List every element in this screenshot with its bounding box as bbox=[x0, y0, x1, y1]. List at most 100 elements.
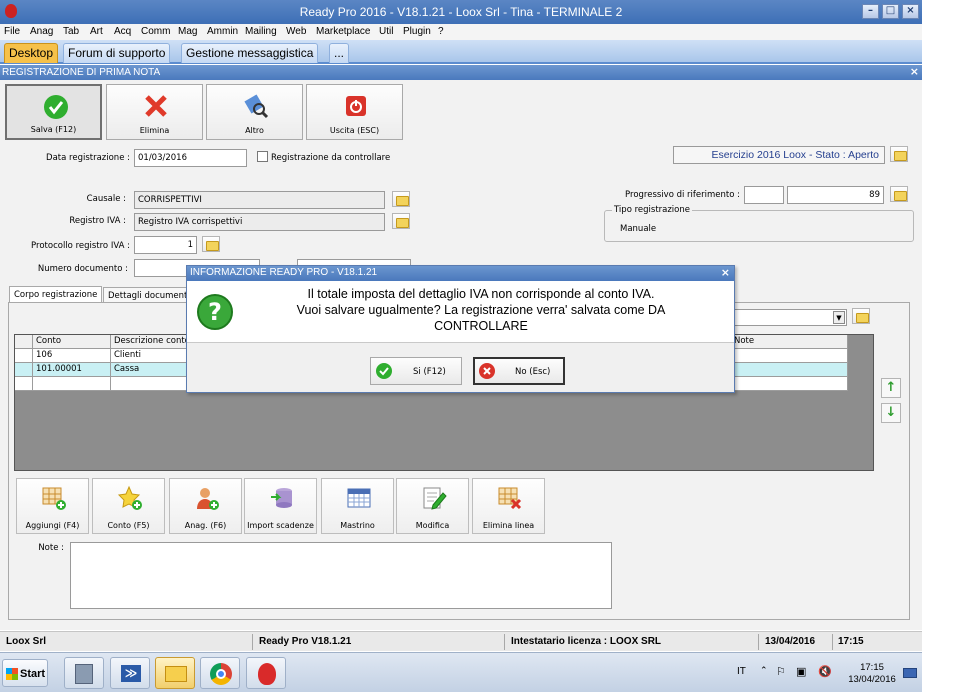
registry-button[interactable]: Anag. (F6) bbox=[169, 478, 242, 534]
table-row-note[interactable] bbox=[731, 363, 848, 377]
menu-ammin[interactable]: Ammin bbox=[207, 26, 238, 37]
no-button[interactable]: No (Esc) bbox=[473, 357, 565, 385]
minimize-button[interactable]: – bbox=[862, 4, 879, 19]
form-close-icon[interactable]: × bbox=[910, 65, 919, 78]
powershell-icon[interactable]: ≫ bbox=[110, 657, 150, 689]
menu-comm[interactable]: Comm bbox=[141, 26, 170, 37]
menu-art[interactable]: Art bbox=[90, 26, 103, 37]
table-row-conto[interactable] bbox=[33, 377, 111, 391]
yes-button[interactable]: Si (F12) bbox=[370, 357, 462, 385]
close-button[interactable]: × bbox=[902, 4, 919, 19]
menu-file[interactable]: File bbox=[4, 26, 20, 37]
account-button[interactable]: Conto (F5) bbox=[92, 478, 165, 534]
causale-input[interactable]: CORRISPETTIVI bbox=[134, 191, 385, 209]
note-textarea[interactable] bbox=[70, 542, 612, 609]
move-down-arrow-icon[interactable]: ↓ bbox=[881, 403, 901, 423]
registro-iva-folder-button[interactable] bbox=[392, 213, 410, 229]
clock-date[interactable]: 13/04/2016 bbox=[845, 674, 899, 685]
numero-documento-label: Numero documento : bbox=[37, 264, 128, 274]
menu-marketplace[interactable]: Marketplace bbox=[316, 26, 370, 37]
menu-tab[interactable]: Tab bbox=[63, 26, 79, 37]
start-label: Start bbox=[20, 668, 46, 680]
form-title: REGISTRAZIONE DI PRIMA NOTA bbox=[2, 67, 161, 78]
protocollo-input[interactable]: 1 bbox=[134, 236, 197, 254]
maximize-button[interactable]: □ bbox=[882, 4, 899, 19]
import-scadenze-button[interactable]: Import scadenze bbox=[244, 478, 317, 534]
protocollo-folder-button[interactable] bbox=[202, 236, 220, 252]
clock-time[interactable]: 17:15 bbox=[847, 662, 897, 673]
tray-expand-icon[interactable]: ⌃ bbox=[760, 666, 768, 676]
mastrino-button[interactable]: Mastrino bbox=[321, 478, 394, 534]
grid-delete-icon bbox=[498, 487, 522, 510]
status-divider bbox=[832, 634, 833, 650]
table-row-note[interactable] bbox=[731, 377, 848, 391]
da-controllare-checkbox[interactable] bbox=[257, 151, 268, 162]
menu-web[interactable]: Web bbox=[286, 26, 306, 37]
start-button[interactable]: Start bbox=[2, 659, 48, 687]
causale-folder-button[interactable] bbox=[392, 191, 410, 207]
app-window: Ready Pro 2016 - V18.1.21 - Loox Srl - T… bbox=[0, 0, 922, 692]
exit-button[interactable]: Uscita (ESC) bbox=[306, 84, 403, 140]
menu-anag[interactable]: Anag bbox=[30, 26, 53, 37]
delete-button[interactable]: Elimina bbox=[106, 84, 203, 140]
progressivo-folder-button[interactable] bbox=[890, 186, 908, 202]
menu-help[interactable]: ? bbox=[438, 26, 444, 37]
table-row-note[interactable] bbox=[731, 349, 848, 363]
other-button[interactable]: Altro bbox=[206, 84, 303, 140]
status-version: Ready Pro V18.1.21 bbox=[259, 636, 352, 647]
data-registrazione-input[interactable]: 01/03/2016 bbox=[134, 149, 247, 167]
ready-pro-taskbar-icon[interactable] bbox=[246, 657, 286, 689]
move-up-arrow-icon[interactable]: ↑ bbox=[881, 378, 901, 398]
mastrino-label: Mastrino bbox=[340, 521, 375, 530]
status-bar: Loox Srl Ready Pro V18.1.21 Intestatario… bbox=[0, 631, 922, 651]
chevron-down-icon[interactable]: ▼ bbox=[833, 311, 845, 324]
status-divider bbox=[252, 634, 253, 650]
tab-more[interactable]: ... bbox=[329, 43, 350, 63]
data-registrazione-label: Data registrazione : bbox=[46, 153, 130, 163]
registro-iva-input[interactable]: Registro IVA corrispettivi bbox=[134, 213, 385, 231]
menu-util[interactable]: Util bbox=[379, 26, 393, 37]
flag-icon[interactable]: ⚐ bbox=[776, 665, 786, 678]
tab-messaggistica[interactable]: Gestione messaggistica bbox=[181, 43, 319, 63]
row-selector[interactable] bbox=[15, 363, 33, 377]
row-selector[interactable] bbox=[15, 349, 33, 363]
menu-mailing[interactable]: Mailing bbox=[245, 26, 277, 37]
save-label: Salva (F12) bbox=[30, 125, 77, 134]
network-app-icon[interactable] bbox=[64, 657, 104, 689]
menu-mag[interactable]: Mag bbox=[178, 26, 197, 37]
menu-acq[interactable]: Acq bbox=[114, 26, 131, 37]
file-explorer-icon[interactable] bbox=[155, 657, 195, 689]
note-folder-button[interactable] bbox=[852, 308, 870, 324]
delete-x-icon bbox=[145, 95, 167, 117]
magnifier-icon bbox=[244, 94, 269, 119]
progressivo-input-b[interactable]: 89 bbox=[787, 186, 884, 204]
save-button[interactable]: Salva (F12) bbox=[5, 84, 102, 140]
esercizio-folder-button[interactable] bbox=[890, 146, 908, 162]
menu-plugin[interactable]: Plugin bbox=[403, 26, 431, 37]
account-label: Conto (F5) bbox=[107, 521, 150, 530]
add-line-button[interactable]: Aggiungi (F4) bbox=[16, 478, 89, 534]
dialog-title: INFORMAZIONE READY PRO - V18.1.21 bbox=[187, 266, 734, 281]
grid-corner bbox=[15, 335, 33, 349]
status-license: Intestatario licenza : LOOX SRL bbox=[511, 636, 662, 647]
tab-corpo-registrazione[interactable]: Corpo registrazione bbox=[9, 286, 103, 303]
volume-muted-icon[interactable]: 🔇 bbox=[818, 665, 832, 678]
note-dropdown[interactable]: ▼ bbox=[730, 309, 847, 326]
column-header-conto[interactable]: Conto bbox=[33, 335, 111, 349]
edit-button[interactable]: Modifica bbox=[396, 478, 469, 534]
tab-forum[interactable]: Forum di supporto bbox=[63, 43, 171, 63]
chrome-icon[interactable] bbox=[200, 657, 240, 689]
progressivo-input-a[interactable] bbox=[744, 186, 784, 204]
windows-logo-icon bbox=[6, 668, 18, 680]
show-desktop-icon[interactable] bbox=[903, 668, 917, 678]
table-row-conto[interactable]: 101.00001 bbox=[33, 363, 111, 377]
network-tray-icon[interactable]: ▣ bbox=[796, 665, 806, 678]
tab-desktop[interactable]: Desktop bbox=[4, 43, 59, 63]
table-row-conto[interactable]: 106 bbox=[33, 349, 111, 363]
dialog-close-icon[interactable]: × bbox=[721, 266, 730, 279]
row-selector[interactable] bbox=[15, 377, 33, 391]
delete-line-button[interactable]: Elimina linea bbox=[472, 478, 545, 534]
exit-label: Uscita (ESC) bbox=[329, 126, 380, 135]
column-header-note[interactable]: Note bbox=[731, 335, 848, 349]
language-indicator[interactable]: IT bbox=[737, 666, 746, 677]
